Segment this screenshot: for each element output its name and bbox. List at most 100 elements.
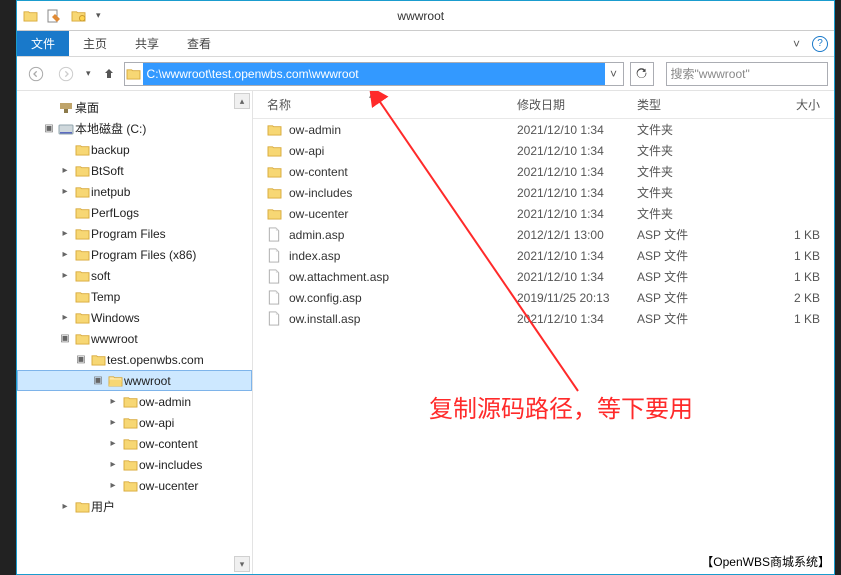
- tree-item[interactable]: ▸soft: [17, 265, 252, 286]
- file-row[interactable]: ow.config.asp2019/11/25 20:13ASP 文件2 KB: [253, 287, 834, 308]
- tree-item[interactable]: ▣test.openwbs.com: [17, 349, 252, 370]
- tree-item[interactable]: ▸ Program Files: [17, 223, 252, 244]
- recent-dropdown-icon[interactable]: ▾: [83, 68, 94, 79]
- tree-item[interactable]: ▸inetpub: [17, 181, 252, 202]
- tree-twisty-icon[interactable]: ▸: [105, 459, 121, 470]
- tree-node-icon: [121, 416, 139, 429]
- tree-twisty-icon[interactable]: ▣: [41, 123, 57, 134]
- forward-button[interactable]: [53, 61, 79, 87]
- tree-twisty-icon[interactable]: ▸: [57, 249, 73, 260]
- file-row[interactable]: index.asp2021/12/10 1:34ASP 文件1 KB: [253, 245, 834, 266]
- qat-new-folder-icon[interactable]: [69, 7, 87, 25]
- tree-label: 桌面: [75, 99, 99, 116]
- tree-label: wwwroot: [91, 332, 138, 346]
- scroll-up-icon[interactable]: ▴: [234, 93, 250, 109]
- row-date: 2021/12/10 1:34: [517, 249, 637, 263]
- folder-tree[interactable]: ▴ 桌面 ▣本地磁盘 (C:)backup▸BtSoft▸inetpubPerfL…: [17, 91, 253, 574]
- tree-twisty-icon[interactable]: ▣: [90, 375, 106, 386]
- column-date[interactable]: 修改日期: [517, 96, 637, 113]
- file-row[interactable]: ow.attachment.asp2021/12/10 1:34ASP 文件1 …: [253, 266, 834, 287]
- column-type[interactable]: 类型: [637, 96, 747, 113]
- tree-twisty-icon[interactable]: ▸: [57, 270, 73, 281]
- address-dropdown-icon[interactable]: ˅: [605, 67, 623, 81]
- column-name[interactable]: 名称: [267, 96, 517, 113]
- file-row[interactable]: ow-ucenter2021/12/10 1:34文件夹: [253, 203, 834, 224]
- file-row[interactable]: ow-includes2021/12/10 1:34文件夹: [253, 182, 834, 203]
- tree-item[interactable]: ▸ow-ucenter: [17, 475, 252, 496]
- row-type: 文件夹: [637, 184, 747, 201]
- tree-item[interactable]: ▣本地磁盘 (C:): [17, 118, 252, 139]
- ribbon-expand-icon[interactable]: ˅: [787, 31, 806, 56]
- tree-twisty-icon[interactable]: ▸: [105, 438, 121, 449]
- window-title: wwwroot: [108, 9, 734, 23]
- row-size: 1 KB: [747, 312, 834, 326]
- tree-item[interactable]: PerfLogs: [17, 202, 252, 223]
- tree-node-icon: [73, 206, 91, 219]
- tree-item[interactable]: ▸ Windows: [17, 307, 252, 328]
- annotation-text: 复制源码路径，等下要用: [429, 389, 693, 424]
- ribbon-tab-home[interactable]: 主页: [69, 31, 121, 56]
- tree-item[interactable]: ▣wwwroot: [17, 370, 252, 391]
- address-input[interactable]: [143, 63, 605, 85]
- tree-twisty-icon[interactable]: ▸: [105, 396, 121, 407]
- tree-item[interactable]: 桌面: [17, 97, 252, 118]
- back-button[interactable]: [23, 61, 49, 87]
- column-headers[interactable]: ▴ 名称 修改日期 类型 大小: [253, 91, 834, 119]
- tree-item[interactable]: ▸Program Files (x86): [17, 244, 252, 265]
- tree-node-icon: [73, 143, 91, 156]
- file-row[interactable]: admin.asp2012/12/1 13:00ASP 文件1 KB: [253, 224, 834, 245]
- tree-node-icon: [57, 122, 75, 136]
- tree-item[interactable]: ▸用户: [17, 496, 252, 517]
- ribbon-file-tab[interactable]: 文件: [17, 31, 69, 56]
- tree-item[interactable]: backup: [17, 139, 252, 160]
- qat-dropdown-icon[interactable]: ▾: [93, 10, 104, 21]
- file-row[interactable]: ow.install.asp2021/12/10 1:34ASP 文件1 KB: [253, 308, 834, 329]
- tree-twisty-icon[interactable]: ▸: [105, 480, 121, 491]
- tree-label: ow-admin: [139, 395, 191, 409]
- tree-item[interactable]: Temp: [17, 286, 252, 307]
- row-date: 2021/12/10 1:34: [517, 123, 637, 137]
- tree-item[interactable]: ▸ ow-admin: [17, 391, 252, 412]
- row-type: ASP 文件: [637, 226, 747, 243]
- tree-label: Windows: [91, 311, 140, 325]
- up-button[interactable]: [98, 63, 120, 85]
- scroll-down-icon[interactable]: ▾: [234, 556, 250, 572]
- tree-twisty-icon[interactable]: ▸: [57, 165, 73, 176]
- file-row[interactable]: ow-admin2021/12/10 1:34文件夹: [253, 119, 834, 140]
- column-size[interactable]: 大小: [747, 96, 834, 113]
- search-input[interactable]: 搜索"wwwroot": [666, 62, 828, 86]
- row-icon: [267, 248, 289, 263]
- row-type: ASP 文件: [637, 247, 747, 264]
- ribbon-tab-share[interactable]: 共享: [121, 31, 173, 56]
- tree-item[interactable]: ▸ ow-api: [17, 412, 252, 433]
- tree-twisty-icon[interactable]: ▸: [57, 312, 73, 323]
- file-row[interactable]: ow-api2021/12/10 1:34文件夹: [253, 140, 834, 161]
- tree-twisty-icon[interactable]: ▣: [57, 333, 73, 344]
- app-folder-icon[interactable]: [21, 7, 39, 25]
- tree-item[interactable]: ▸ow-content: [17, 433, 252, 454]
- tree-label: Program Files: [91, 227, 166, 241]
- row-name: ow-admin: [289, 123, 517, 137]
- tree-label: ow-api: [139, 416, 174, 430]
- row-icon: [267, 227, 289, 242]
- tree-twisty-icon[interactable]: ▸: [57, 501, 73, 512]
- refresh-button[interactable]: [630, 62, 654, 86]
- tree-twisty-icon[interactable]: ▸: [57, 228, 73, 239]
- tree-item[interactable]: ▸ow-includes: [17, 454, 252, 475]
- tree-twisty-icon[interactable]: ▣: [73, 354, 89, 365]
- tree-item[interactable]: ▸BtSoft: [17, 160, 252, 181]
- address-bar[interactable]: ˅: [124, 62, 624, 86]
- tree-node-icon: [73, 500, 91, 513]
- tree-twisty-icon[interactable]: ▸: [105, 417, 121, 428]
- row-size: 1 KB: [747, 249, 834, 263]
- tree-twisty-icon[interactable]: ▸: [57, 186, 73, 197]
- tree-item[interactable]: ▣ wwwroot: [17, 328, 252, 349]
- tree-node-icon: [73, 185, 91, 198]
- ribbon-tab-view[interactable]: 查看: [173, 31, 225, 56]
- qat-properties-icon[interactable]: [45, 7, 63, 25]
- help-button[interactable]: ?: [806, 31, 834, 56]
- row-name: ow.config.asp: [289, 291, 517, 305]
- row-type: 文件夹: [637, 163, 747, 180]
- tree-node-icon: [73, 290, 91, 303]
- file-row[interactable]: ow-content2021/12/10 1:34文件夹: [253, 161, 834, 182]
